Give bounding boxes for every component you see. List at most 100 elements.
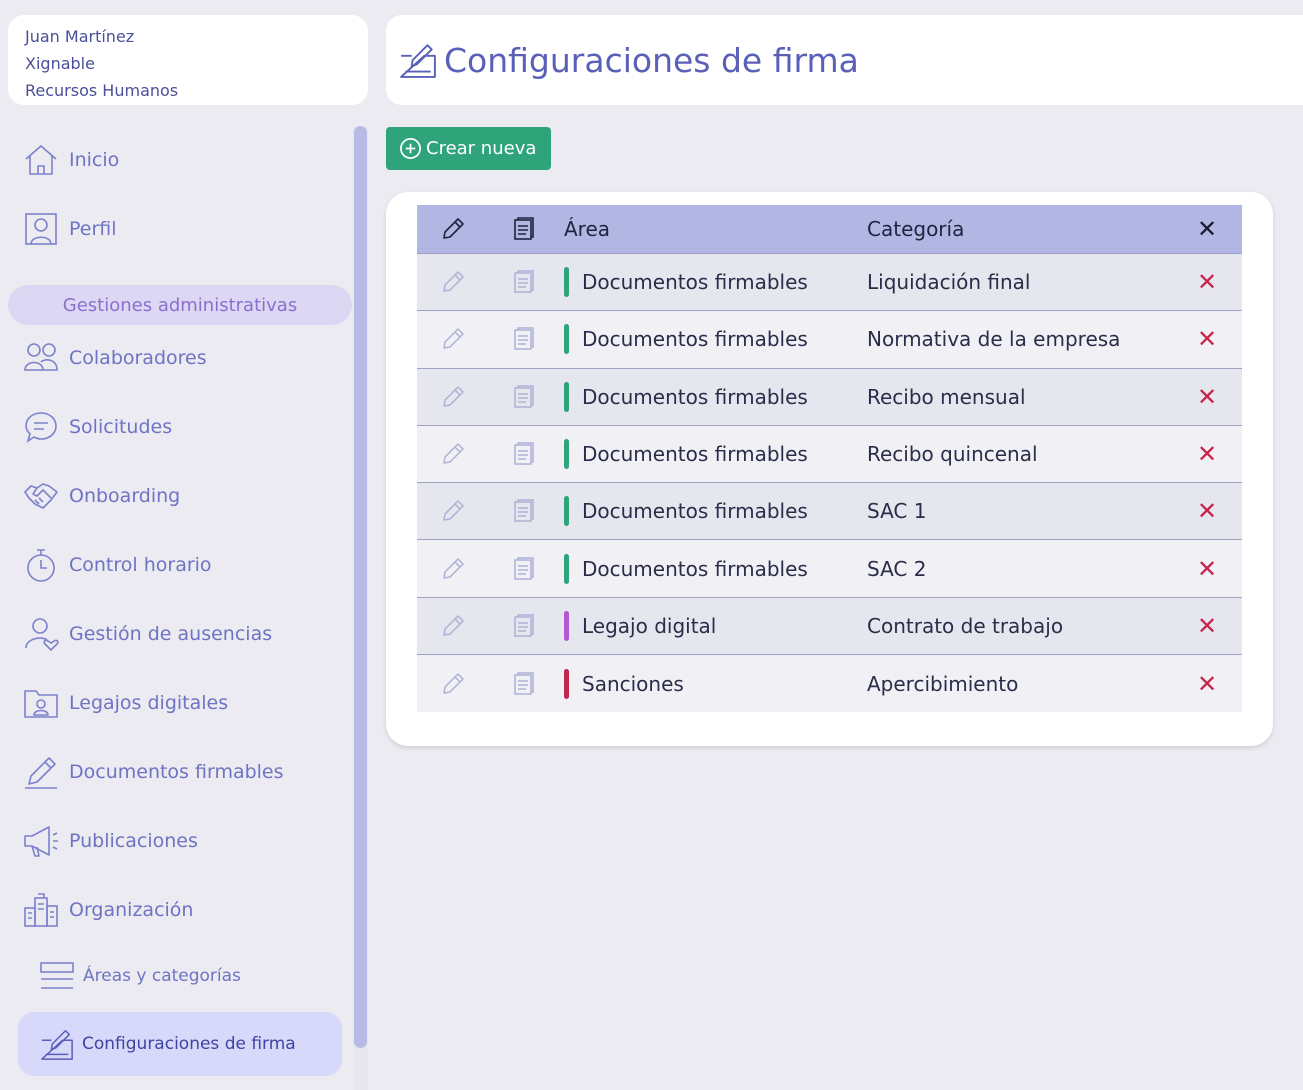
delete-row-button[interactable]: ✕ (1192, 598, 1222, 654)
category-cell: SAC 1 (867, 499, 927, 524)
profile-icon (22, 210, 60, 248)
area-cell: Documentos firmables (564, 254, 808, 310)
area-cell: Sanciones (564, 655, 684, 712)
page-header: Configuraciones de firma (386, 15, 1303, 105)
area-color-swatch (564, 324, 569, 355)
edit-icon (443, 500, 464, 522)
nav-item-colaboradores[interactable]: Colaboradores (22, 338, 207, 378)
delete-row-button[interactable]: ✕ (1192, 311, 1222, 367)
nav-item-perfil[interactable]: Perfil (22, 209, 117, 249)
edit-row-button[interactable] (439, 598, 467, 654)
nav-item-publicaciones[interactable]: Publicaciones (22, 821, 198, 861)
view-documents-button[interactable] (510, 254, 536, 310)
area-name: Documentos firmables (582, 499, 808, 524)
folder-user-icon (22, 684, 60, 722)
document-icon (514, 499, 534, 523)
nav-item-configuraciones-firma[interactable]: Configuraciones de firma (18, 1012, 342, 1076)
create-new-button[interactable]: Crear nueva (386, 127, 551, 170)
area-column-header[interactable]: Área (564, 205, 610, 253)
close-icon: ✕ (1196, 215, 1218, 243)
nav-item-gestion-ausencias[interactable]: Gestión de ausencias (22, 614, 272, 654)
document-icon (514, 327, 534, 351)
delete-icon: ✕ (1196, 382, 1218, 411)
edit-row-button[interactable] (439, 540, 467, 596)
nav-label-colaboradores: Colaboradores (69, 347, 207, 369)
delete-row-button[interactable]: ✕ (1192, 426, 1222, 482)
delete-row-button[interactable]: ✕ (1192, 483, 1222, 539)
user-company: Xignable (25, 54, 95, 73)
edit-row-button[interactable] (439, 369, 467, 425)
nav-item-inicio[interactable]: Inicio (22, 140, 119, 180)
nav-item-onboarding[interactable]: Onboarding (22, 476, 180, 516)
delete-row-button[interactable]: ✕ (1192, 254, 1222, 310)
category-cell: SAC 2 (867, 556, 927, 581)
area-color-swatch (564, 439, 569, 470)
edit-row-button[interactable] (439, 254, 467, 310)
sidebar-scrollbar-thumb[interactable] (354, 126, 367, 1048)
edit-icon (443, 385, 464, 407)
building-icon (22, 891, 60, 929)
area-color-swatch (564, 668, 569, 699)
nav-label-legajos-digitales: Legajos digitales (69, 692, 229, 714)
area-cell: Legajo digital (564, 598, 716, 654)
category-cell: Liquidación final (867, 270, 1031, 295)
document-icon (514, 384, 534, 408)
nav-item-legajos-digitales[interactable]: Legajos digitales (22, 683, 228, 723)
area-cell: Documentos firmables (564, 311, 808, 367)
delete-icon: ✕ (1196, 325, 1218, 354)
area-name: Documentos firmables (582, 384, 808, 409)
nav-item-solicitudes[interactable]: Solicitudes (22, 407, 172, 447)
nav-item-areas-categorias[interactable]: Áreas y categorías (40, 958, 241, 994)
view-documents-button[interactable] (510, 369, 536, 425)
area-color-swatch (564, 496, 569, 527)
signature-icon (39, 1026, 75, 1062)
area-color-swatch (564, 610, 569, 641)
edit-row-button[interactable] (439, 483, 467, 539)
documents-column-header (510, 205, 536, 253)
view-documents-button[interactable] (510, 540, 536, 596)
stopwatch-icon (22, 546, 60, 584)
delete-row-button[interactable]: ✕ (1192, 369, 1222, 425)
view-documents-button[interactable] (510, 655, 536, 712)
document-icon (514, 614, 534, 637)
category-column-header[interactable]: Categoría (867, 205, 964, 253)
delete-icon: ✕ (1196, 497, 1218, 526)
delete-row-button[interactable]: ✕ (1192, 655, 1222, 712)
table-row: Documentos firmables SAC 2 ✕ (417, 540, 1242, 598)
delete-icon: ✕ (1196, 611, 1218, 640)
signature-config-table-card: Área Categoría ✕ Documentos firmables Liq… (386, 192, 1273, 746)
nav-item-documentos-firmables[interactable]: Documentos firmables (22, 752, 284, 792)
user-card: Juan Martínez Xignable Recursos Humanos (8, 15, 368, 105)
table-row: Documentos firmables SAC 1 ✕ (417, 483, 1242, 541)
edit-column-header (439, 205, 467, 253)
nav-item-organizacion[interactable]: Organización (22, 890, 193, 930)
view-documents-button[interactable] (510, 426, 536, 482)
edit-row-button[interactable] (439, 655, 467, 712)
category-cell: Apercibimiento (867, 671, 1019, 696)
nav-label-areas-categorias: Áreas y categorías (83, 966, 241, 986)
delete-row-button[interactable]: ✕ (1192, 540, 1222, 596)
delete-icon: ✕ (1196, 554, 1218, 583)
nav-label-onboarding: Onboarding (69, 485, 181, 507)
edit-icon (443, 218, 464, 239)
area-color-swatch (564, 553, 569, 584)
view-documents-button[interactable] (510, 311, 536, 367)
edit-row-button[interactable] (439, 311, 467, 367)
table-row: Documentos firmables Recibo mensual ✕ (417, 368, 1242, 426)
area-cell: Documentos firmables (564, 426, 808, 482)
category-cell: Recibo quincenal (867, 442, 1038, 467)
edit-row-button[interactable] (439, 426, 467, 482)
view-documents-button[interactable] (510, 483, 536, 539)
delete-icon: ✕ (1196, 669, 1218, 698)
sidebar: Inicio Perfil Gestiones administrativas … (0, 120, 368, 1090)
create-new-label: Crear nueva (426, 138, 537, 159)
nav-item-control-horario[interactable]: Control horario (22, 545, 212, 585)
section-gestiones-administrativas[interactable]: Gestiones administrativas (8, 285, 352, 325)
list-icon (40, 959, 74, 993)
document-icon (514, 217, 534, 240)
view-documents-button[interactable] (510, 598, 536, 654)
document-icon (514, 442, 534, 465)
area-cell: Documentos firmables (564, 369, 808, 425)
delete-icon: ✕ (1196, 268, 1218, 297)
pen-icon (22, 753, 60, 791)
